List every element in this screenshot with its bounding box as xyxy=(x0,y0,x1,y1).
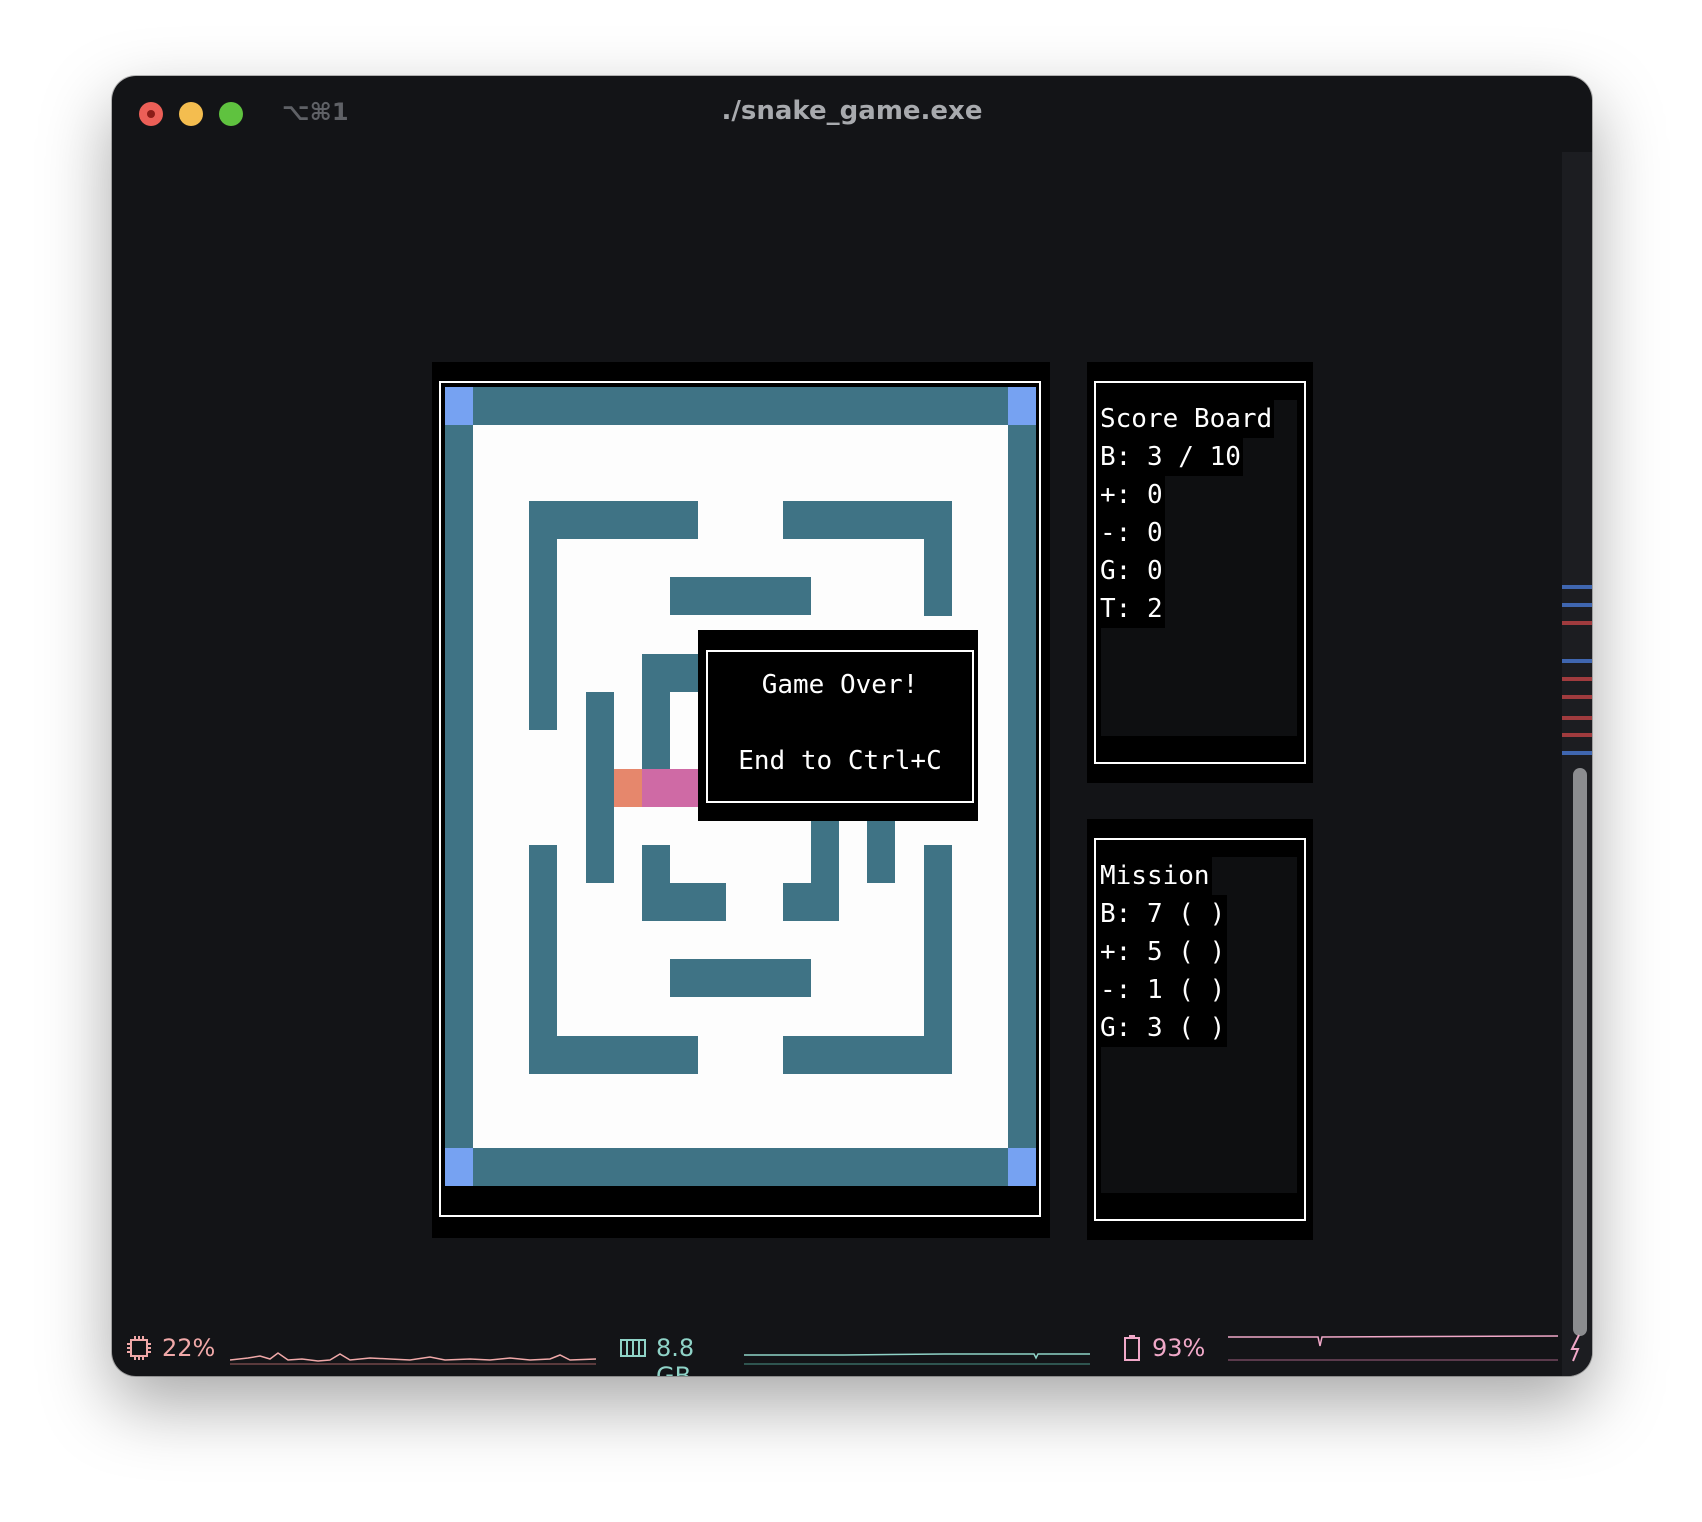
scroll-mark xyxy=(1562,659,1592,663)
scroll-mark xyxy=(1562,751,1592,755)
mission-gold: G: 3 ( ) xyxy=(1100,1009,1228,1047)
maze-wall xyxy=(642,883,726,921)
snake-body xyxy=(642,769,698,807)
maze-corner-bottom-left xyxy=(445,1148,473,1186)
maze-wall xyxy=(642,654,670,769)
maze-corner-top-left xyxy=(445,387,473,425)
scroll-mark xyxy=(1562,585,1592,589)
scroll-mark xyxy=(1562,695,1592,699)
mission-plus: +: 5 ( ) xyxy=(1100,933,1228,971)
title-bar: ⌥⌘1 ./snake_game.exe xyxy=(112,76,1592,152)
exit-hint-text: End to Ctrl+C xyxy=(738,746,942,776)
window-title: ./snake_game.exe xyxy=(721,96,983,126)
terminal-window: ⌥⌘1 ./snake_game.exe Game Over! End to C… xyxy=(112,76,1592,1376)
scroll-mark xyxy=(1562,716,1592,720)
scroll-mark xyxy=(1562,733,1592,737)
maze-wall-bottom xyxy=(445,1148,1036,1186)
mission-minus: -: 1 ( ) xyxy=(1100,971,1228,1009)
game-over-dialog: Game Over! End to Ctrl+C xyxy=(698,630,978,821)
mission-title: Mission xyxy=(1100,857,1212,895)
score-plus: +: 0 xyxy=(1100,476,1165,514)
score-time: T: 2 xyxy=(1100,590,1165,628)
maze-corner-top-right xyxy=(1008,387,1036,425)
memory-icon xyxy=(620,1339,646,1357)
memory-used: 8.8 GB xyxy=(656,1334,695,1376)
battery-percent: 93% xyxy=(1152,1334,1206,1362)
memory-sparkline xyxy=(744,1353,1090,1365)
score-minus: -: 0 xyxy=(1100,514,1165,552)
maze-wall xyxy=(670,959,811,997)
maze-wall xyxy=(529,1036,698,1074)
cpu-percent: 22% xyxy=(162,1334,216,1362)
scrollbar-thumb[interactable] xyxy=(1573,768,1587,1336)
game-over-text: Game Over! xyxy=(761,670,919,700)
snake-head xyxy=(614,769,642,807)
maze-wall xyxy=(783,1036,952,1074)
cpu-sparkline xyxy=(230,1352,596,1365)
score-board-title: Score Board xyxy=(1100,400,1275,438)
maze-wall xyxy=(783,883,839,921)
scroll-mark xyxy=(1562,603,1592,607)
battery-icon xyxy=(1124,1335,1140,1361)
score-gold: G: 0 xyxy=(1100,552,1165,590)
maze-wall xyxy=(670,577,811,615)
mission-panel: Mission B: 7 ( ) +: 5 ( ) -: 1 ( ) G: 3 … xyxy=(1087,819,1313,1240)
mission-bites: B: 7 ( ) xyxy=(1100,895,1228,933)
battery-sparkline xyxy=(1228,1335,1558,1361)
maze-wall-left xyxy=(445,387,473,1186)
score-board-panel: Score Board B: 3 / 10 +: 0 -: 0 G: 0 T: … xyxy=(1087,362,1313,783)
lightning-icon xyxy=(1570,1334,1580,1362)
maze-wall xyxy=(529,501,557,730)
score-bites: B: 3 / 10 xyxy=(1100,438,1243,476)
scroll-mark xyxy=(1562,621,1592,625)
scroll-mark xyxy=(1562,677,1592,681)
maze-corner-bottom-right xyxy=(1008,1148,1036,1186)
cpu-chip-icon xyxy=(127,1336,151,1360)
maze-wall xyxy=(586,692,614,883)
maze-wall-right xyxy=(1008,387,1036,1186)
maze-wall xyxy=(924,501,952,616)
maze-wall-top xyxy=(445,387,1036,425)
